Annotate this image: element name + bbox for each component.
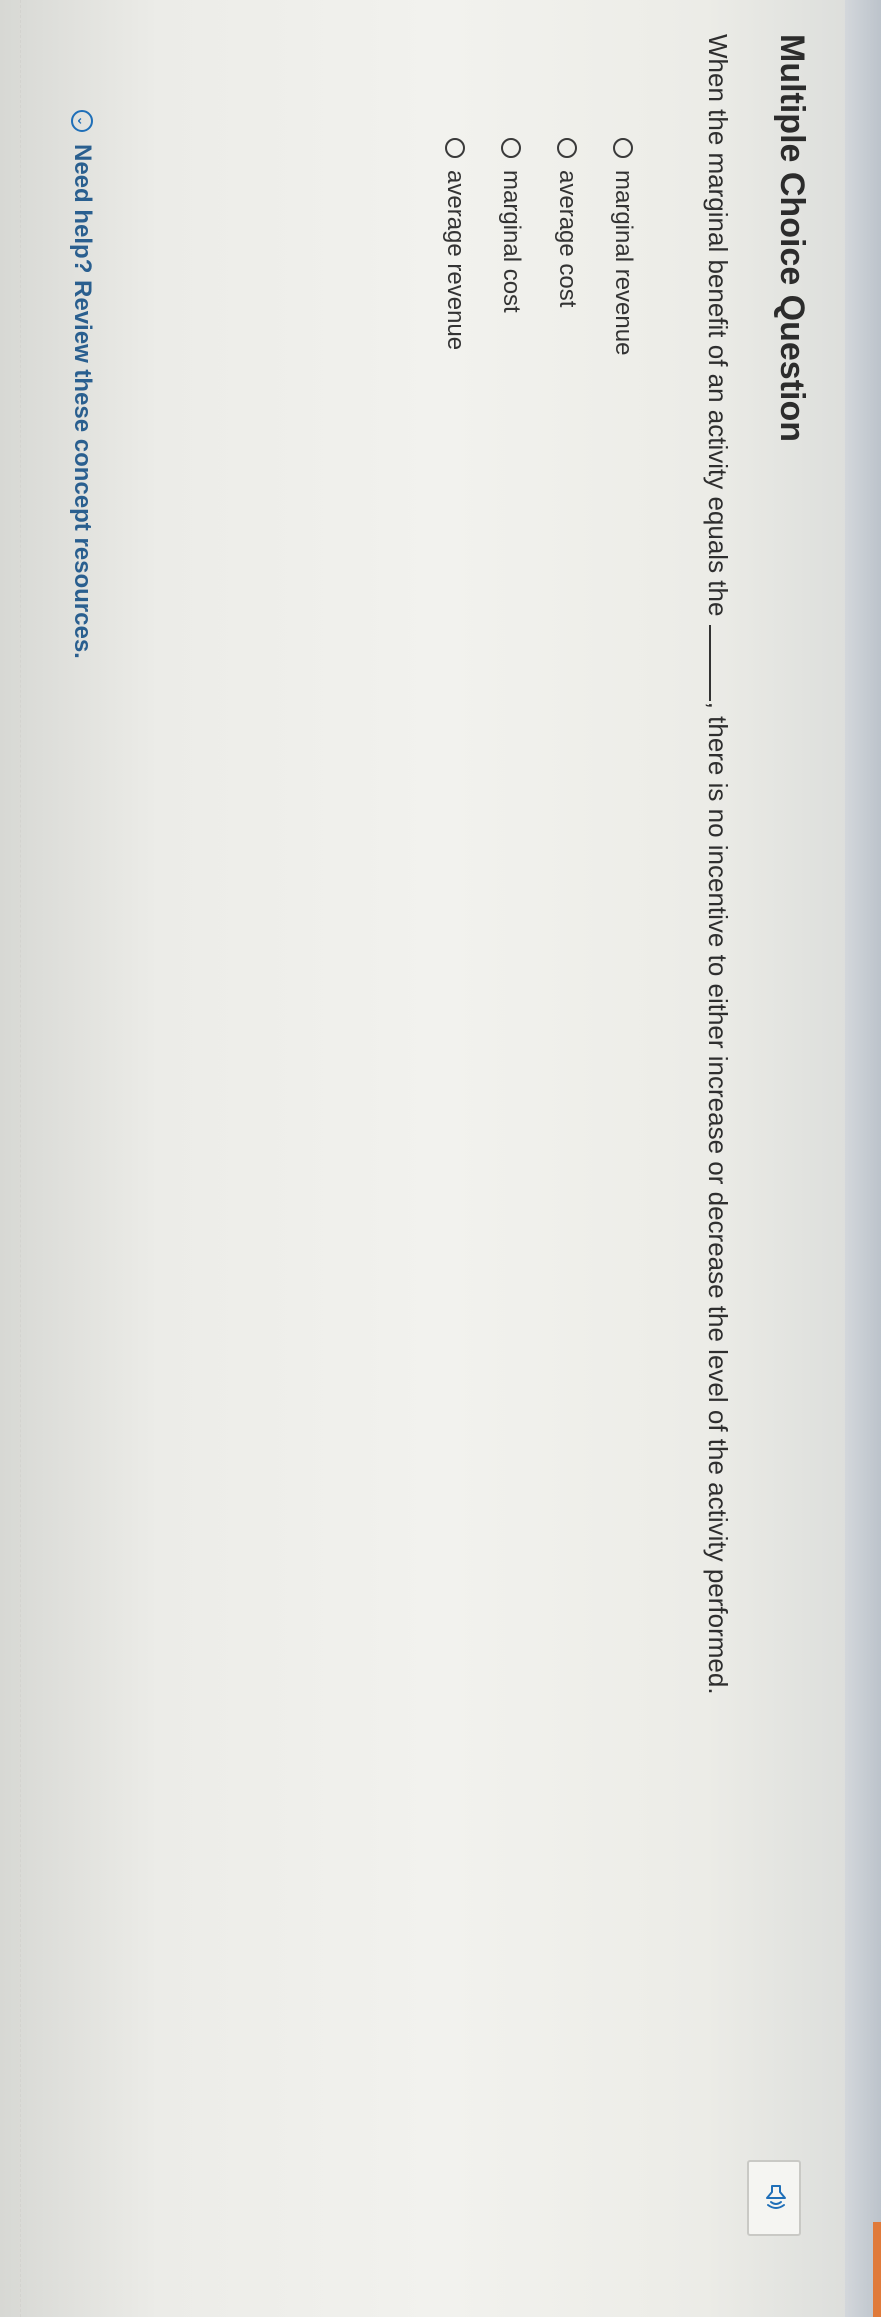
radio-button[interactable] — [501, 138, 521, 158]
chevron-down-icon: ⌄ — [71, 110, 93, 132]
radio-button[interactable] — [613, 138, 633, 158]
question-panel: Multiple Choice Question When the margin… — [0, 0, 881, 2317]
question-text: When the marginal benefit of an activity… — [700, 34, 736, 2234]
choice-label: average revenue — [442, 170, 469, 351]
screen: Multiple Choice Question When the margin… — [0, 0, 881, 2317]
question-card: Multiple Choice Question When the margin… — [0, 0, 841, 2317]
page-title: Multiple Choice Question — [773, 34, 811, 443]
question-text-before: When the marginal benefit of an activity… — [703, 34, 733, 617]
top-bar — [845, 0, 881, 2317]
choice-label: marginal cost — [498, 170, 525, 313]
help-text[interactable]: Need help? Review these concept resource… — [68, 144, 96, 659]
choice-average-revenue[interactable]: average revenue — [437, 138, 473, 350]
divider — [20, 0, 21, 2317]
radio-button[interactable] — [445, 138, 465, 158]
answer-blank — [709, 624, 711, 701]
choice-label: average cost — [554, 170, 581, 308]
accent-tab — [873, 2222, 881, 2317]
read-aloud-button[interactable] — [747, 2160, 801, 2236]
choice-label: marginal revenue — [610, 170, 637, 356]
question-text-after: , there is no incentive to either increa… — [703, 701, 733, 1695]
choice-marginal-revenue[interactable]: marginal revenue — [605, 138, 641, 355]
radio-button[interactable] — [557, 138, 577, 158]
choice-average-cost[interactable]: average cost — [549, 138, 585, 307]
speaker-icon — [759, 2183, 790, 2213]
help-link[interactable]: ⌄ Need help? Review these concept resour… — [68, 110, 96, 659]
choice-marginal-cost[interactable]: marginal cost — [493, 138, 529, 313]
